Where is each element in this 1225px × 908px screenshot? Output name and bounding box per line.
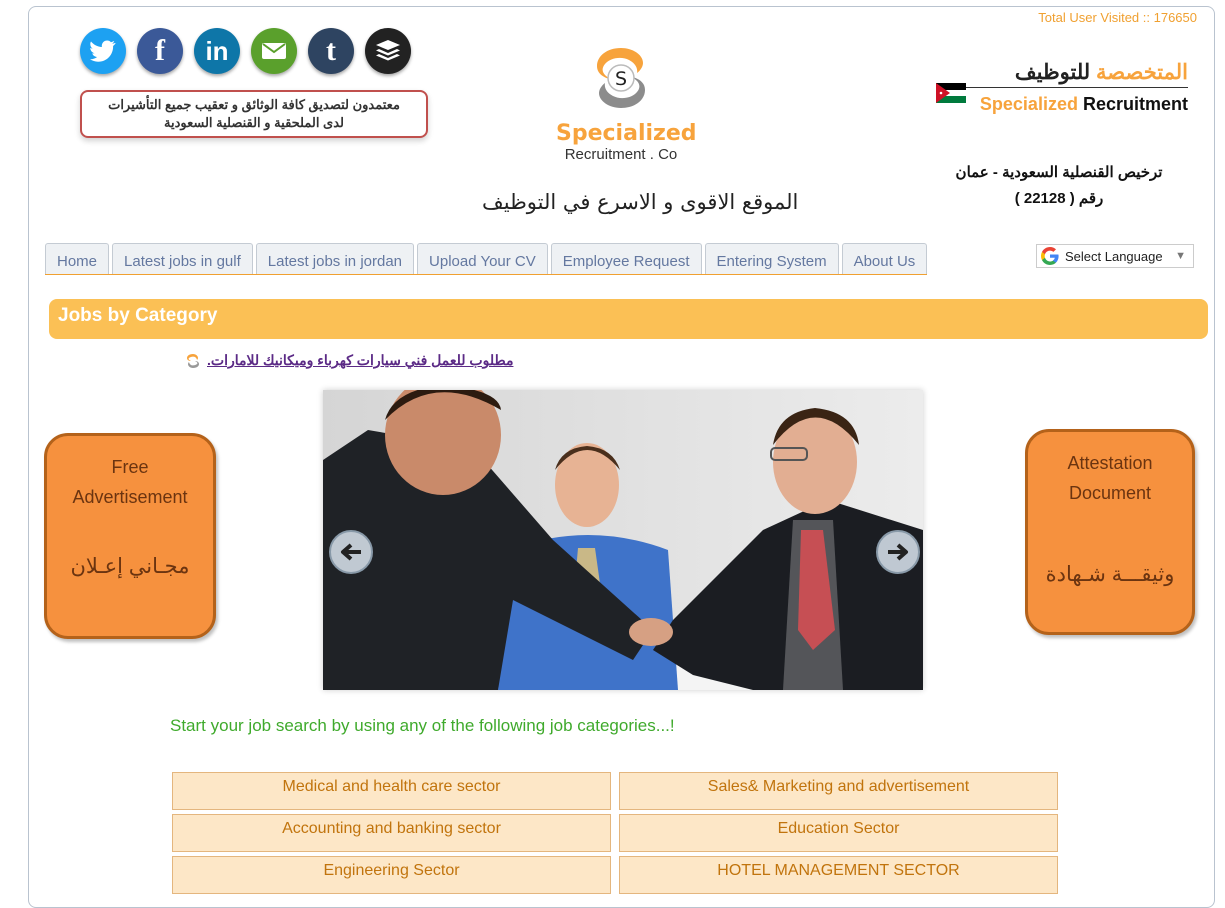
- tab-entering-system[interactable]: Entering System: [704, 243, 839, 274]
- social-icons: f in t: [80, 28, 411, 74]
- brand-arabic: المتخصصة للتوظيف: [936, 60, 1188, 88]
- language-label: Select Language: [1065, 248, 1163, 264]
- category-engineering[interactable]: Engineering Sector: [172, 856, 611, 894]
- category-hotel-management[interactable]: HOTEL MANAGEMENT SECTOR: [619, 856, 1058, 894]
- tab-about-us[interactable]: About Us: [841, 243, 928, 274]
- visit-counter: Total User Visited :: 176650: [1038, 10, 1197, 25]
- logo-bullet-icon: [187, 353, 199, 368]
- tab-upload-cv[interactable]: Upload Your CV: [417, 243, 548, 274]
- slider-next-arrow-icon[interactable]: [876, 530, 920, 574]
- attestation-document-card[interactable]: Attestation Document وثيقـــة شـهادة: [1025, 429, 1195, 635]
- attestation-line-en-1: Attestation: [1067, 453, 1153, 473]
- tumblr-icon[interactable]: t: [308, 28, 354, 74]
- brand-en-black: Recruitment: [1082, 94, 1188, 114]
- jobs-by-category-heading: Jobs by Category: [49, 299, 1208, 339]
- dropdown-arrow-icon: ▼: [1175, 250, 1186, 262]
- brand-ar-orange: المتخصصة: [1096, 61, 1188, 84]
- job-link-text[interactable]: مطلوب للعمل فني سيارات كهرباء وميكانيك ل…: [207, 352, 513, 369]
- buffer-icon[interactable]: [365, 28, 411, 74]
- jordan-flag-icon: [936, 83, 966, 103]
- brand-en-orange: Specialized: [979, 94, 1078, 114]
- free-advertisement-card[interactable]: Free Advertisement مجـاني إعـلان: [44, 433, 216, 639]
- email-icon[interactable]: [251, 28, 297, 74]
- image-slider: [323, 390, 923, 690]
- google-icon: [1041, 247, 1059, 265]
- latest-job-link[interactable]: مطلوب للعمل فني سيارات كهرباء وميكانيك ل…: [185, 352, 513, 369]
- brand-title: المتخصصة للتوظيف Specialized Recruitment: [936, 60, 1188, 115]
- category-sales-marketing[interactable]: Sales& Marketing and advertisement: [619, 772, 1058, 810]
- job-category-grid: Medical and health care sector Sales& Ma…: [172, 772, 1058, 894]
- logo-name: Specialized: [556, 121, 697, 146]
- category-accounting-banking[interactable]: Accounting and banking sector: [172, 814, 611, 852]
- license-info: ترخيص القنصلية السعودية - عمان رقم ( 221…: [948, 160, 1170, 212]
- job-search-prompt: Start your job search by using any of th…: [170, 716, 675, 735]
- tab-latest-jobs-gulf[interactable]: Latest jobs in gulf: [112, 243, 253, 274]
- category-education[interactable]: Education Sector: [619, 814, 1058, 852]
- free-ad-en: Free Advertisement: [47, 452, 213, 512]
- slider-prev-arrow-icon[interactable]: [329, 530, 373, 574]
- free-ad-ar: مجـاني إعـلان: [70, 555, 190, 578]
- attestation-line-1: معتمدون لتصديق كافة الوثائق و تعقيب جميع…: [108, 97, 400, 112]
- svg-text:S: S: [615, 68, 627, 90]
- logo-mark-icon: S: [597, 48, 645, 108]
- site-tagline: الموقع الاقوى و الاسرع في التوظيف: [482, 190, 799, 214]
- license-line-1: ترخيص القنصلية السعودية - عمان: [955, 164, 1163, 181]
- attestation-banner: معتمدون لتصديق كافة الوثائق و تعقيب جميع…: [80, 90, 428, 138]
- tab-latest-jobs-jordan[interactable]: Latest jobs in jordan: [255, 243, 415, 274]
- brand-ar-black: للتوظيف: [1014, 61, 1091, 84]
- logo-subtitle: Recruitment . Co: [564, 146, 678, 163]
- category-medical[interactable]: Medical and health care sector: [172, 772, 611, 810]
- attestation-line-2: لدى الملحقية و القنصلية السعودية: [163, 115, 344, 130]
- license-line-2: رقم ( 22128 ): [1014, 190, 1104, 207]
- main-nav: Home Latest jobs in gulf Latest jobs in …: [45, 243, 928, 275]
- site-logo[interactable]: S Specialized Recruitment . Co: [556, 42, 697, 163]
- brand-english: Specialized Recruitment: [936, 94, 1188, 115]
- attestation-line-en-2: Document: [1068, 483, 1152, 503]
- tab-employee-request[interactable]: Employee Request: [550, 243, 702, 274]
- free-ad-line-2: Advertisement: [72, 487, 188, 507]
- free-ad-line-1: Free: [111, 457, 149, 477]
- language-select[interactable]: Select Language ▼: [1036, 244, 1194, 268]
- twitter-icon[interactable]: [80, 28, 126, 74]
- attestation-en: Attestation Document: [1028, 448, 1192, 508]
- linkedin-icon[interactable]: in: [194, 28, 240, 74]
- facebook-icon[interactable]: f: [137, 28, 183, 74]
- business-handshake-image: [323, 390, 923, 690]
- tab-home[interactable]: Home: [45, 243, 110, 274]
- attestation-ar: وثيقـــة شـهادة: [1045, 563, 1175, 586]
